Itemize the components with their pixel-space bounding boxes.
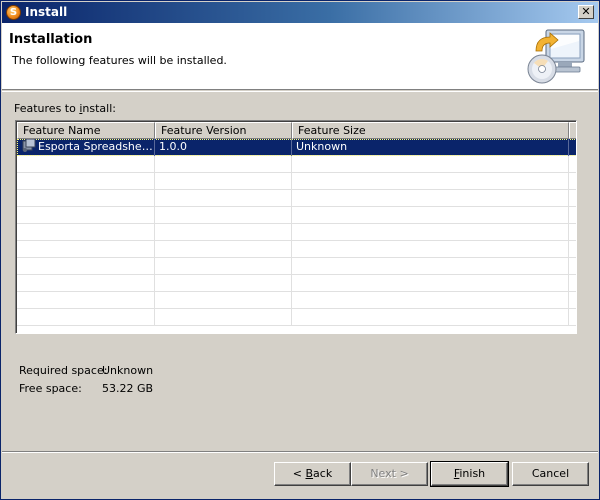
table-cell-feature-size xyxy=(292,156,569,173)
table-row-empty xyxy=(17,309,576,326)
column-header-feature-name[interactable]: Feature Name xyxy=(17,122,155,139)
table-cell-feature-size xyxy=(292,292,569,309)
required-space-label: Required space: xyxy=(19,364,108,377)
table-row-empty xyxy=(17,224,576,241)
table-cell-feature-size xyxy=(292,258,569,275)
table-cell-feature-size xyxy=(292,275,569,292)
table-row-empty xyxy=(17,258,576,275)
table-row-empty xyxy=(17,190,576,207)
free-space-value: 53.22 GB xyxy=(102,382,154,395)
features-label: Features to install: xyxy=(14,102,116,115)
table-cell-feature-name xyxy=(17,309,155,326)
close-icon: ✕ xyxy=(581,5,591,18)
next-button[interactable]: Next > xyxy=(351,462,428,486)
table-row[interactable]: Esporta Spreadsheet… 1.0.0 Unknown xyxy=(17,139,576,156)
table-row-empty xyxy=(17,173,576,190)
install-computer-cd-icon xyxy=(527,29,585,84)
column-header-feature-version[interactable]: Feature Version xyxy=(155,122,292,139)
table-row-empty xyxy=(17,241,576,258)
table-cell-feature-version xyxy=(155,190,292,207)
table-cell-feature-name xyxy=(17,173,155,190)
page-description: The following features will be installed… xyxy=(12,54,227,67)
table-row-empty xyxy=(17,156,576,173)
column-header-feature-size[interactable]: Feature Size xyxy=(292,122,569,139)
table-cell-feature-size xyxy=(292,309,569,326)
banner-separator xyxy=(2,91,598,92)
header-banner: Installation The following features will… xyxy=(2,23,598,90)
install-dialog: S Install ✕ Installation The following f… xyxy=(0,0,600,500)
table-cell-feature-version xyxy=(155,224,292,241)
table-header: Feature Name Feature Version Feature Siz… xyxy=(17,122,576,139)
app-icon: S xyxy=(6,5,21,20)
table-cell-feature-version xyxy=(155,258,292,275)
table-cell-feature-size xyxy=(292,207,569,224)
table-cell-feature-name xyxy=(17,207,155,224)
cancel-button[interactable]: Cancel xyxy=(512,462,589,486)
table-row-empty xyxy=(17,207,576,224)
table-cell-feature-version: 1.0.0 xyxy=(155,139,292,156)
table-cell-feature-name xyxy=(17,156,155,173)
table-cell-feature-name xyxy=(17,241,155,258)
free-space-label: Free space: xyxy=(19,382,82,395)
table-cell-feature-name xyxy=(17,292,155,309)
plugin-feature-icon xyxy=(22,139,36,152)
table-cell-feature-name xyxy=(17,275,155,292)
table-cell-feature-name xyxy=(17,190,155,207)
title-bar[interactable]: S Install ✕ xyxy=(2,2,598,23)
close-button[interactable]: ✕ xyxy=(578,5,594,19)
table-cell-feature-size xyxy=(292,190,569,207)
table-cell-feature-version xyxy=(155,309,292,326)
table-row-empty xyxy=(17,275,576,292)
page-title: Installation xyxy=(9,32,93,47)
column-header-filler xyxy=(569,122,576,139)
table-cell-feature-version xyxy=(155,292,292,309)
table-cell-feature-name: Esporta Spreadsheet… xyxy=(17,139,155,156)
table-cell-feature-size xyxy=(292,241,569,258)
window-title: Install xyxy=(25,5,68,19)
footer-separator-highlight xyxy=(2,452,598,453)
required-space-value: Unknown xyxy=(102,364,154,377)
table-cell-feature-version xyxy=(155,207,292,224)
table-body: Esporta Spreadsheet… 1.0.0 Unknown xyxy=(17,139,576,333)
features-table[interactable]: Feature Name Feature Version Feature Siz… xyxy=(15,120,577,334)
table-cell-feature-size: Unknown xyxy=(292,139,569,156)
feature-name-text: Esporta Spreadsheet… xyxy=(38,140,155,153)
table-cell-feature-size xyxy=(292,173,569,190)
table-cell-feature-name xyxy=(17,258,155,275)
table-row-empty xyxy=(17,292,576,309)
finish-button[interactable]: Finish xyxy=(430,461,509,487)
back-button[interactable]: < Back xyxy=(274,462,351,486)
table-cell-feature-version xyxy=(155,156,292,173)
table-cell-feature-version xyxy=(155,241,292,258)
table-cell-feature-size xyxy=(292,224,569,241)
table-cell-feature-version xyxy=(155,275,292,292)
table-cell-feature-version xyxy=(155,173,292,190)
table-cell-feature-name xyxy=(17,224,155,241)
